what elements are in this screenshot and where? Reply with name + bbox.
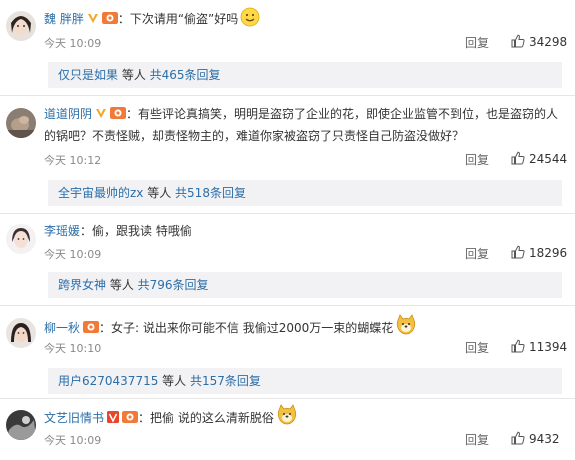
subreply-summary[interactable]: 仅只是如果 等人 共465条回复 [48,62,562,88]
subreply-mid: 等人 [143,186,176,200]
subreply-summary[interactable]: 跨界女神 等人 共796条回复 [48,272,562,298]
vip-badge-icon [101,12,118,24]
vip-badge-icon [83,321,100,333]
username[interactable]: 柳一秋 [44,321,80,335]
subreply-count[interactable]: 共157条回复 [190,374,261,388]
username[interactable]: 道道阴阴 [44,107,92,121]
subreply-user[interactable]: 用户6270437715 [58,374,158,388]
divider [0,305,575,306]
comment-text: ：偷，跟我读 特哦偷 [80,224,192,238]
like-button[interactable]: 34298 [511,34,567,49]
avatar[interactable] [6,108,36,138]
like-button[interactable]: 9432 [511,431,560,446]
comment-text: ：下次请用“偷盗”好吗 [117,12,239,26]
smile-emoji-icon [240,7,260,27]
reply-button[interactable]: 回复 [465,339,489,356]
subreply-mid: 等人 [158,374,190,388]
comment-time: 今天 10:09 [44,37,102,50]
vip-badge-icon [122,411,139,423]
subreply-summary[interactable]: 用户6270437715 等人 共157条回复 [48,368,562,394]
comment-text: ：把偷 说的这么清新脱俗 [138,411,274,425]
avatar[interactable] [6,410,36,440]
comment-time: 今天 10:09 [44,248,102,261]
like-button[interactable]: 11394 [511,339,567,354]
divider [0,95,575,96]
subreply-mid: 等人 [118,68,150,82]
username[interactable]: 魏 胖胖 [44,12,84,26]
divider [0,398,575,399]
username[interactable]: 李瑶媛 [44,224,80,238]
subreply-user[interactable]: 仅只是如果 [58,68,118,82]
thumbs-up-icon [511,151,525,165]
avatar[interactable] [6,224,36,254]
verified-v-icon [87,14,98,23]
verified-v-icon [96,109,107,118]
doge-emoji-icon [277,404,296,425]
comment-text: ：女子: 说出来你可能不信 我偷过2000万一束的蝴蝶花 [99,321,394,335]
comment-time: 今天 10:09 [44,434,102,447]
reply-button[interactable]: 回复 [465,245,489,262]
thumbs-up-icon [511,245,525,259]
comment-time: 今天 10:12 [44,154,102,167]
subreply-user[interactable]: 全宇宙最帅的zx [58,186,143,200]
avatar[interactable] [6,11,36,41]
like-button[interactable]: 18296 [511,245,567,260]
username[interactable]: 文艺旧情书 [44,411,104,425]
like-count: 9432 [529,432,560,446]
like-count: 24544 [529,152,568,166]
thumbs-up-icon [511,34,525,48]
like-count: 18296 [529,246,568,260]
reply-button[interactable]: 回复 [465,431,489,448]
avatar[interactable] [6,318,36,348]
subreply-user[interactable]: 跨界女神 [58,278,106,292]
reply-button[interactable]: 回复 [465,151,489,168]
like-count: 34298 [529,35,568,49]
subreply-count[interactable]: 共518条回复 [175,186,246,200]
subreply-count[interactable]: 共796条回复 [138,278,209,292]
comment-time: 今天 10:10 [44,342,102,355]
subreply-mid: 等人 [106,278,138,292]
thumbs-up-icon [511,339,525,353]
divider [0,213,575,214]
thumbs-up-icon [511,431,525,445]
doge-emoji-icon [397,314,416,335]
verified-v-icon [107,411,120,423]
reply-button[interactable]: 回复 [465,34,489,51]
vip-badge-icon [110,107,127,119]
like-button[interactable]: 24544 [511,151,567,166]
subreply-summary[interactable]: 全宇宙最帅的zx 等人 共518条回复 [48,180,562,206]
subreply-count[interactable]: 共465条回复 [150,68,221,82]
like-count: 11394 [529,340,568,354]
